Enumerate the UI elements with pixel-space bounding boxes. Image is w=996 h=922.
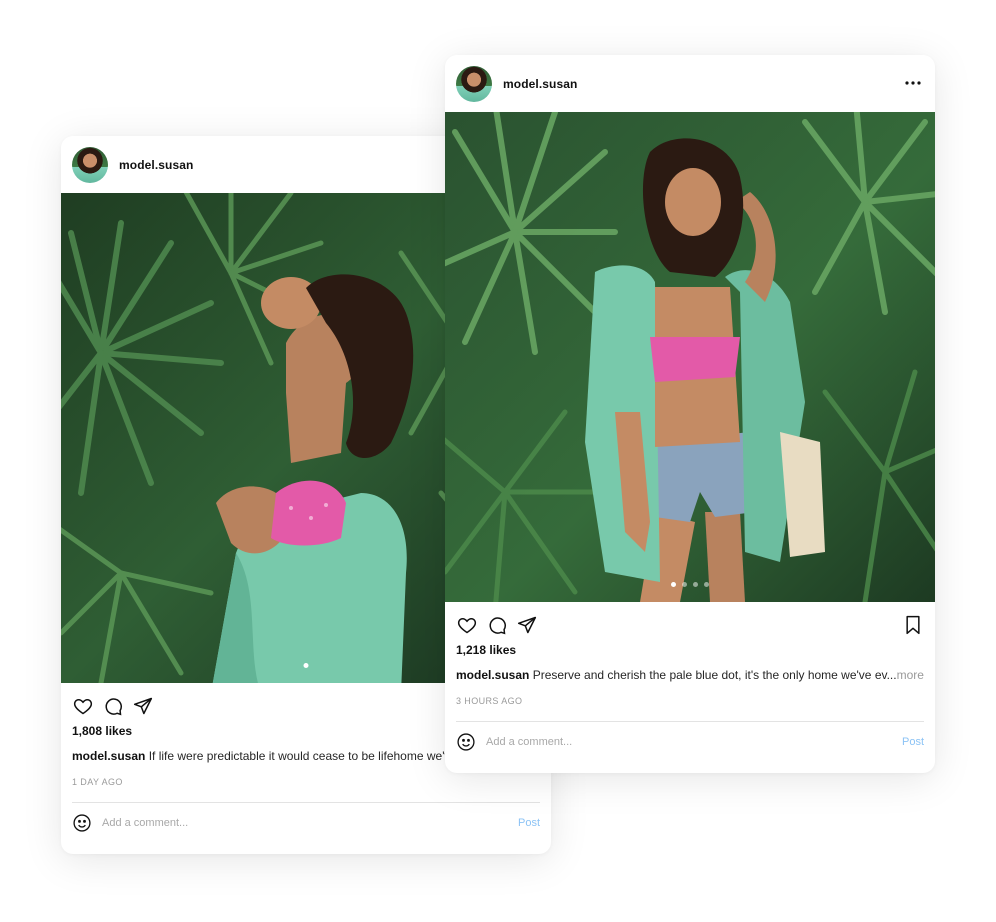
more-dots-icon[interactable] bbox=[903, 73, 923, 93]
post-caption: model.susan Preserve and cherish the pal… bbox=[456, 668, 924, 682]
post-username[interactable]: model.susan bbox=[119, 158, 193, 172]
carousel-dot[interactable] bbox=[693, 582, 698, 587]
smiley-icon[interactable] bbox=[72, 813, 92, 833]
post-timestamp: 3 HOURS AGO bbox=[456, 696, 523, 706]
paper-plane-icon[interactable] bbox=[516, 614, 538, 636]
post-card: model.susan bbox=[445, 55, 935, 773]
comment-icon[interactable] bbox=[102, 695, 124, 717]
comment-input[interactable] bbox=[102, 817, 518, 829]
paper-plane-icon[interactable] bbox=[132, 695, 154, 717]
post-comment-button[interactable]: Post bbox=[902, 736, 924, 748]
post-photo[interactable] bbox=[445, 112, 935, 602]
caption-text: If life were predictable it would cease … bbox=[148, 749, 483, 763]
carousel-dots bbox=[671, 582, 709, 587]
post-comment-button[interactable]: Post bbox=[518, 817, 540, 829]
avatar[interactable] bbox=[72, 146, 108, 183]
carousel-dot[interactable] bbox=[303, 663, 309, 668]
comment-icon[interactable] bbox=[486, 614, 508, 636]
avatar[interactable] bbox=[456, 65, 492, 102]
caption-text: Preserve and cherish the pale blue dot, … bbox=[532, 668, 897, 682]
heart-icon[interactable] bbox=[456, 614, 478, 636]
comment-box: Post bbox=[456, 731, 924, 753]
carousel-dot[interactable] bbox=[671, 582, 676, 587]
smiley-icon[interactable] bbox=[456, 732, 476, 752]
likes-count[interactable]: 1,218 likes bbox=[456, 643, 516, 657]
post-username[interactable]: model.susan bbox=[503, 77, 577, 91]
carousel-dots bbox=[303, 663, 309, 668]
carousel-dot[interactable] bbox=[682, 582, 687, 587]
post-header: model.susan bbox=[445, 55, 935, 112]
bookmark-icon[interactable] bbox=[902, 614, 924, 636]
comment-input[interactable] bbox=[486, 736, 902, 748]
divider bbox=[72, 802, 540, 803]
carousel-dot[interactable] bbox=[704, 582, 709, 587]
caption-username[interactable]: model.susan bbox=[72, 749, 145, 763]
heart-icon[interactable] bbox=[72, 695, 94, 717]
action-bar bbox=[456, 614, 924, 636]
caption-username[interactable]: model.susan bbox=[456, 668, 529, 682]
likes-count[interactable]: 1,808 likes bbox=[72, 724, 132, 738]
post-image bbox=[445, 112, 935, 602]
divider bbox=[456, 721, 924, 722]
caption-more-link[interactable]: more bbox=[897, 668, 924, 682]
comment-box: Post bbox=[72, 812, 540, 834]
post-timestamp: 1 DAY AGO bbox=[72, 777, 123, 787]
